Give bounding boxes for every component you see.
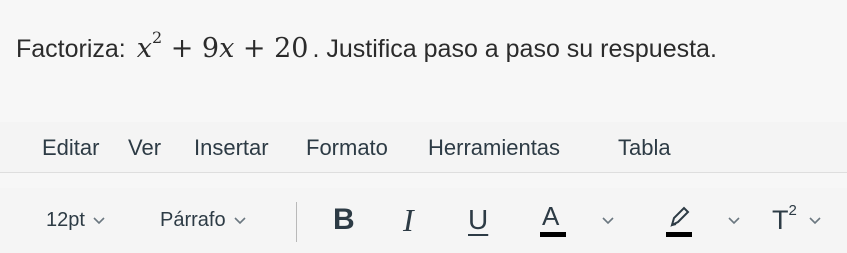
editor-menubar: Editar Ver Insertar Formato Herramientas… <box>0 122 847 173</box>
bold-button[interactable]: B <box>333 200 355 240</box>
menu-ver[interactable]: Ver <box>128 134 161 162</box>
menu-herramientas[interactable]: Herramientas <box>428 134 560 162</box>
question-suffix: . Justifica paso a paso su respuesta. <box>312 35 717 63</box>
question-prefix: Factoriza: <box>16 35 126 63</box>
highlight-color-bar <box>666 232 692 237</box>
font-size-dropdown[interactable]: 12pt <box>46 200 107 240</box>
text-color-button[interactable]: A <box>540 200 616 240</box>
highlight-color-button[interactable] <box>666 200 742 240</box>
chevron-down-icon[interactable] <box>807 212 823 228</box>
rce-question-page: Factoriza: x2 + 9x + 20. Justifica paso … <box>0 0 847 253</box>
font-size-value: 12pt <box>46 208 85 231</box>
italic-icon: I <box>403 201 414 238</box>
chevron-down-icon[interactable] <box>726 212 742 228</box>
underline-button[interactable]: U <box>468 200 488 240</box>
menu-editar[interactable]: Editar <box>42 134 99 162</box>
superscript-button[interactable]: T2 <box>772 200 823 240</box>
chevron-down-icon <box>234 217 246 225</box>
block-format-dropdown[interactable]: Párrafo <box>160 200 248 240</box>
toolbar-divider <box>296 202 297 242</box>
block-format-value: Párrafo <box>160 208 226 231</box>
chevron-down-icon <box>93 217 105 225</box>
menu-formato[interactable]: Formato <box>306 134 388 162</box>
question-equation: x2 + 9x + 20 <box>136 28 309 64</box>
menu-tabla[interactable]: Tabla <box>618 134 671 162</box>
highlighter-icon <box>666 203 692 237</box>
text-color-icon: A <box>540 201 566 237</box>
bold-icon: B <box>333 203 355 236</box>
chevron-down-icon[interactable] <box>600 212 616 228</box>
menu-insertar[interactable]: Insertar <box>194 134 269 162</box>
underline-icon: U <box>468 204 489 235</box>
question-text: Factoriza: x2 + 9x + 20. Justifica paso … <box>16 24 717 67</box>
editor-toolbar: 12pt Párrafo B I U A T2 <box>0 188 847 253</box>
superscript-icon: T2 <box>772 201 797 235</box>
text-color-bar <box>540 232 566 237</box>
italic-button[interactable]: I <box>403 200 414 240</box>
highlighter-pen-icon <box>670 206 690 227</box>
